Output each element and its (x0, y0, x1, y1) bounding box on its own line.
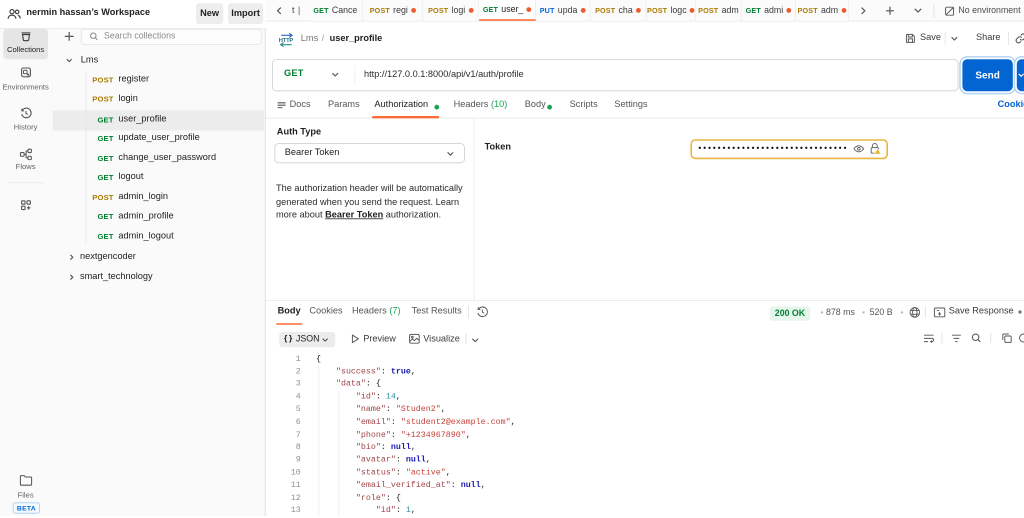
svg-text:HTTP: HTTP (279, 38, 294, 44)
